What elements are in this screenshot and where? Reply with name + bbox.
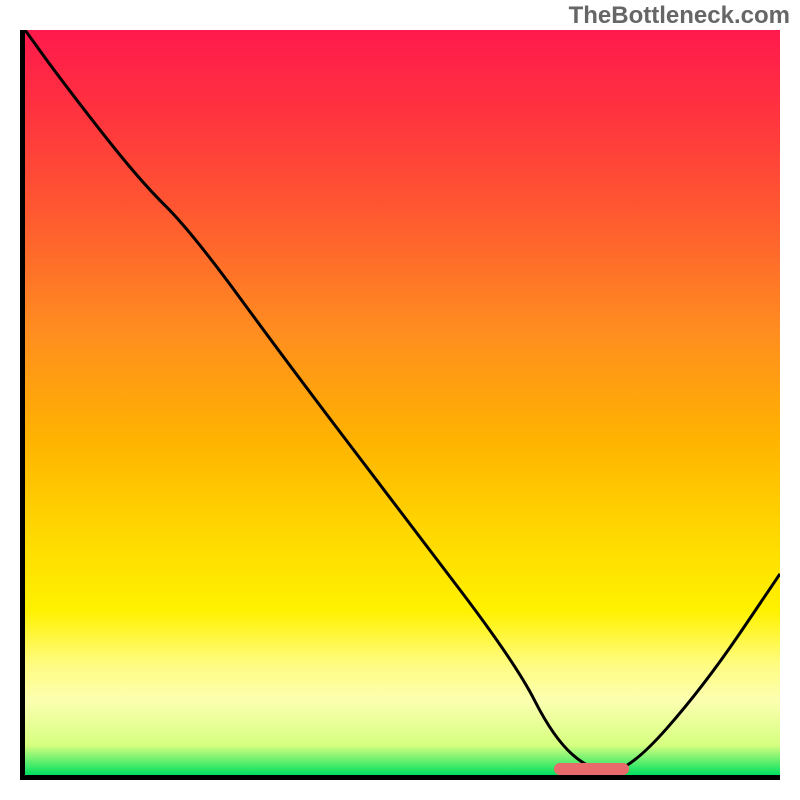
chart-container: TheBottleneck.com	[0, 0, 800, 800]
optimal-range-marker	[554, 763, 630, 775]
plot-area	[20, 30, 780, 780]
watermark-text: TheBottleneck.com	[569, 2, 790, 30]
bottleneck-curve	[25, 30, 780, 775]
